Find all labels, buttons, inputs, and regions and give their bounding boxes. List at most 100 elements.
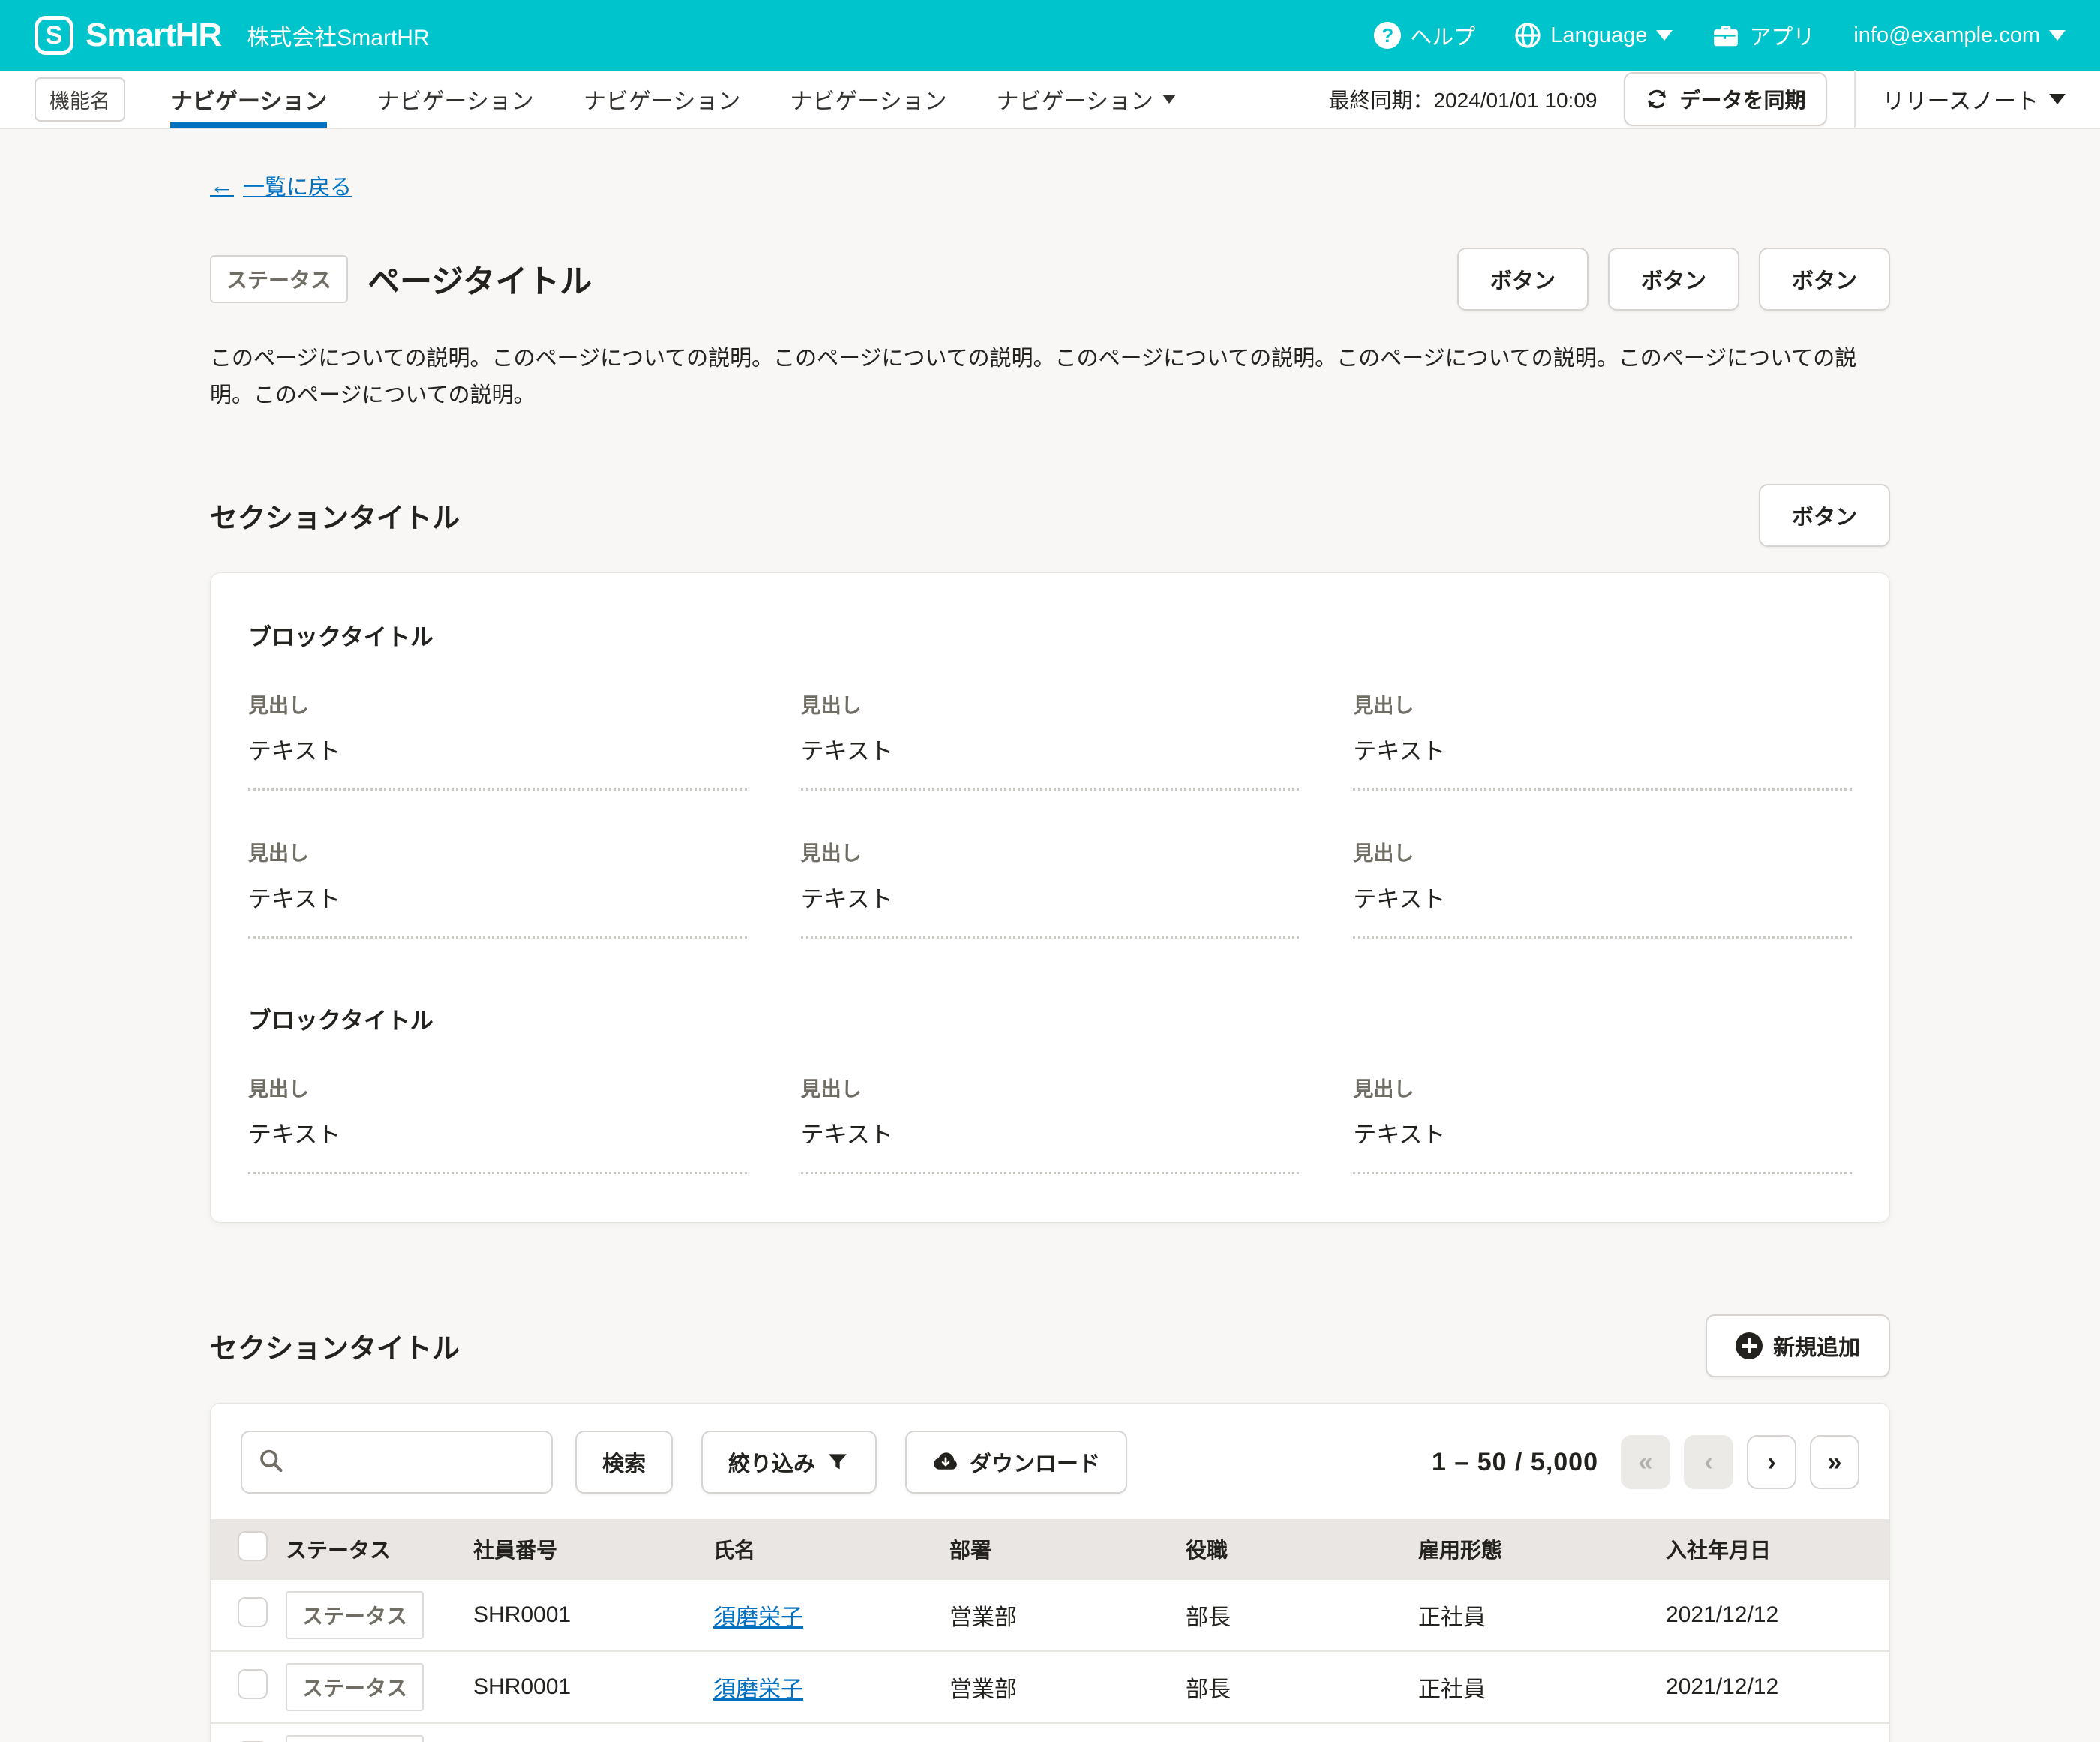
field-label: 見出し [1353, 689, 1852, 719]
smarthr-logo-wordmark: SmartHR [86, 17, 221, 54]
department: 営業部 [938, 1651, 1174, 1723]
nav-tab-4[interactable]: ナビゲーション [790, 71, 946, 128]
department: 営業部 [938, 1579, 1174, 1651]
hire-date: 2021/12/12 [1654, 1723, 1889, 1742]
field-value: テキスト [248, 1116, 747, 1174]
nav-tab-1[interactable]: ナビゲーション [170, 71, 327, 128]
field: 見出し テキスト [801, 689, 1300, 791]
global-nav: 機能名 ナビゲーション ナビゲーション ナビゲーション ナビゲーション ナビゲー… [0, 71, 2100, 129]
download-label: ダウンロード [970, 1446, 1100, 1478]
help-label: ヘルプ [1410, 20, 1475, 51]
field-label: 見出し [1353, 837, 1852, 866]
job-title: 部長 [1174, 1651, 1406, 1723]
company-name: 株式会社SmartHR [247, 19, 429, 52]
page-action-button-3[interactable]: ボタン [1759, 248, 1890, 311]
search-icon [257, 1447, 284, 1474]
employee-name-link[interactable]: 須磨栄子 [713, 1677, 803, 1702]
employment-type: 正社員 [1406, 1651, 1654, 1723]
column-header-department: 部署 [938, 1519, 1174, 1579]
nav-tab-2[interactable]: ナビゲーション [376, 71, 533, 128]
field-label: 見出し [801, 1073, 1300, 1102]
status-badge: ステータス [286, 1735, 424, 1742]
account-email: info@example.com [1853, 23, 2040, 48]
section1-title: セクションタイトル [210, 495, 460, 536]
field-value: テキスト [801, 880, 1300, 939]
pagination-last-button[interactable]: » [1810, 1435, 1859, 1489]
page-action-button-1[interactable]: ボタン [1457, 248, 1588, 311]
pagination-first-button[interactable]: « [1621, 1435, 1670, 1489]
page-action-button-2[interactable]: ボタン [1608, 248, 1739, 311]
feature-name-badge: 機能名 [34, 77, 125, 122]
column-header-title: 役職 [1174, 1519, 1406, 1579]
job-title: 部長 [1174, 1579, 1406, 1651]
search-button[interactable]: 検索 [575, 1431, 673, 1494]
page-title: ページタイトル [368, 256, 592, 302]
field: 見出し テキスト [801, 1073, 1300, 1174]
nav-tab-5[interactable]: ナビゲーション [997, 71, 1176, 128]
nav-tab-5-label: ナビゲーション [997, 83, 1154, 116]
table-row: ステータス SHR0001 須磨栄子 営業部 部長 正社員 2021/12/12 [211, 1651, 1889, 1723]
chevron-down-icon [2049, 94, 2066, 104]
hire-date: 2021/12/12 [1654, 1651, 1889, 1723]
employee-table: ステータス 社員番号 氏名 部署 役職 雇用形態 入社年月日 ステータス SHR… [211, 1519, 1889, 1742]
apps-label: アプリ [1749, 20, 1814, 51]
table-header-row: ステータス 社員番号 氏名 部署 役職 雇用形態 入社年月日 [211, 1519, 1889, 1579]
field-label: 見出し [248, 837, 747, 866]
row-checkbox[interactable] [238, 1597, 268, 1627]
smarthr-logo[interactable]: S SmartHR [34, 16, 221, 55]
employment-type: 正社員 [1406, 1723, 1654, 1742]
nav-divider [1854, 70, 1856, 128]
app-header: S SmartHR 株式会社SmartHR ? ヘルプ Language アプリ… [0, 0, 2100, 71]
field: 見出し テキスト [248, 689, 747, 791]
apps-menu[interactable]: アプリ [1712, 20, 1814, 51]
employee-name-link[interactable]: 須磨栄子 [713, 1605, 803, 1630]
section1-button[interactable]: ボタン [1759, 484, 1890, 547]
column-header-employment-type: 雇用形態 [1406, 1519, 1654, 1579]
field: 見出し テキスト [1353, 837, 1852, 939]
nav-tab-3[interactable]: ナビゲーション [584, 71, 740, 128]
field-value: テキスト [1353, 732, 1852, 791]
page-description: このページについての説明。このページについての説明。このページについての説明。こ… [210, 341, 1890, 413]
account-menu[interactable]: info@example.com [1853, 23, 2066, 48]
help-menu[interactable]: ? ヘルプ [1374, 20, 1475, 51]
sync-data-label: データを同期 [1679, 84, 1805, 114]
back-to-list-link[interactable]: ← 一覧に戻る [210, 170, 352, 201]
add-new-label: 新規追加 [1773, 1330, 1860, 1362]
status-badge: ステータス [286, 1663, 424, 1711]
field-value: テキスト [1353, 1116, 1852, 1174]
field-value: テキスト [801, 1116, 1300, 1174]
filter-button[interactable]: 絞り込み [701, 1431, 877, 1494]
sync-data-button[interactable]: データを同期 [1624, 72, 1826, 126]
table-row: ステータス SHR0001 須磨栄子 営業部 部長 正社員 2021/12/12 [211, 1723, 1889, 1742]
help-icon: ? [1374, 22, 1401, 49]
plus-circle-icon [1736, 1332, 1762, 1359]
release-notes-menu[interactable]: リリースノート [1882, 83, 2066, 116]
employee-number: SHR0001 [461, 1723, 701, 1742]
field-value: テキスト [1353, 880, 1852, 939]
employment-type: 正社員 [1406, 1579, 1654, 1651]
search-input[interactable] [241, 1431, 553, 1494]
language-menu[interactable]: Language [1514, 22, 1672, 49]
release-notes-label: リリースノート [1882, 83, 2039, 116]
field: 見出し テキスト [248, 837, 747, 939]
pagination-prev-button[interactable]: ‹ [1684, 1435, 1733, 1489]
field-label: 見出し [248, 1073, 747, 1102]
field-value: テキスト [248, 880, 747, 939]
block2-title: ブロックタイトル [248, 1002, 1852, 1035]
add-new-button[interactable]: 新規追加 [1706, 1314, 1890, 1377]
chevron-down-icon [2049, 30, 2066, 41]
pagination-range: 1 – 50 / 5,000 [1432, 1448, 1598, 1477]
chevron-down-icon [1656, 30, 1672, 41]
field-label: 見出し [248, 689, 747, 719]
table-row: ステータス SHR0001 須磨栄子 営業部 部長 正社員 2021/12/12 [211, 1579, 1889, 1651]
filter-label: 絞り込み [728, 1446, 815, 1478]
employee-number: SHR0001 [461, 1651, 701, 1723]
pagination-next-button[interactable]: › [1747, 1435, 1796, 1489]
job-title: 部長 [1174, 1723, 1406, 1742]
page-status-badge: ステータス [210, 255, 348, 303]
download-button[interactable]: ダウンロード [905, 1431, 1127, 1494]
row-checkbox[interactable] [238, 1669, 268, 1699]
select-all-checkbox[interactable] [238, 1531, 268, 1561]
briefcase-icon [1712, 21, 1740, 50]
field-value: テキスト [801, 732, 1300, 791]
